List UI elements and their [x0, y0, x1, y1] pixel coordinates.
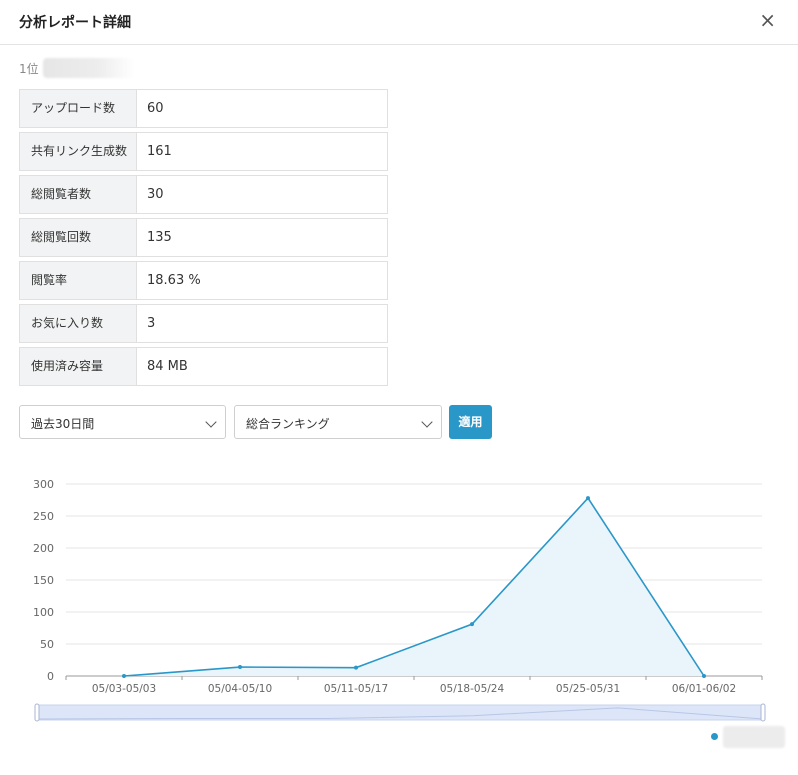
stat-row-favorites: お気に入り数 3 — [19, 304, 388, 343]
dialog-header: 分析レポート詳細 × — [0, 0, 798, 45]
data-point — [470, 622, 474, 627]
close-icon[interactable]: × — [759, 9, 776, 31]
data-point — [122, 674, 126, 678]
x-tick-label: 05/03-05/03 — [92, 683, 156, 695]
apply-button[interactable]: 適用 — [449, 405, 492, 439]
y-tick-label: 250 — [33, 510, 54, 523]
y-tick-label: 50 — [40, 638, 54, 651]
y-tick-label: 300 — [33, 478, 54, 491]
period-select[interactable]: 過去30日間 — [19, 405, 226, 439]
stat-label: 使用済み容量 — [20, 348, 137, 385]
y-tick-label: 150 — [33, 574, 54, 587]
y-tick-label: 100 — [33, 606, 54, 619]
x-tick-label: 05/11-05/17 — [324, 683, 388, 695]
legend-label-blurred[interactable] — [723, 726, 785, 748]
stat-value: 30 — [147, 187, 164, 202]
rank-label: 1位 — [19, 62, 39, 76]
stat-label: 総閲覧回数 — [20, 219, 137, 256]
stat-value: 60 — [147, 101, 164, 116]
stats-table: アップロード数 60 共有リンク生成数 161 総閲覧者数 30 総閲覧回数 1… — [19, 89, 388, 390]
data-point — [238, 665, 242, 670]
y-tick-label: 200 — [33, 542, 54, 555]
stat-label: 閲覧率 — [20, 262, 137, 299]
x-tick-label: 05/04-05/10 — [208, 683, 272, 695]
y-axis-ticks: 0 50 100 150 200 250 300 — [33, 478, 54, 683]
blurred-user-name — [43, 58, 135, 78]
y-tick-label: 0 — [47, 670, 54, 683]
stat-label: 共有リンク生成数 — [20, 133, 137, 170]
data-zoom-slider[interactable] — [34, 703, 766, 722]
zoom-track — [36, 704, 764, 721]
legend-marker — [711, 733, 718, 740]
stat-label: 総閲覧者数 — [20, 176, 137, 213]
data-point — [354, 665, 358, 670]
stat-label: アップロード数 — [20, 90, 137, 127]
period-select-value: 過去30日間 — [31, 417, 95, 431]
stat-value: 18.63 % — [147, 273, 201, 288]
dialog-title: 分析レポート詳細 — [19, 15, 131, 31]
zoom-handle-right — [760, 703, 766, 722]
x-axis-ticks: 05/03-05/03 05/04-05/10 05/11-05/17 05/18-0… — [65, 676, 763, 695]
ranking-select-value: 総合ランキング — [246, 417, 330, 431]
stat-row-view-rate: 閲覧率 18.63 % — [19, 261, 388, 300]
data-point — [702, 674, 706, 678]
chevron-down-icon — [205, 416, 217, 428]
ranking-select[interactable]: 総合ランキング — [234, 405, 442, 439]
views-chart: 0 50 100 150 200 250 300 05/03-05/03 05/04-05/1… — [33, 478, 766, 722]
x-tick-label: 06/01-06/02 — [672, 683, 736, 695]
zoom-handle-left — [34, 703, 40, 722]
stat-value: 84 MB — [147, 359, 188, 374]
x-tick-label: 05/18-05/24 — [440, 683, 505, 695]
stat-row-uploads: アップロード数 60 — [19, 89, 388, 128]
series-area — [124, 498, 704, 676]
stat-label: お気に入り数 — [20, 305, 137, 342]
stat-value: 161 — [147, 144, 172, 159]
chevron-down-icon — [421, 416, 433, 428]
x-tick-label: 05/25-05/31 — [556, 683, 620, 695]
stat-row-share-links: 共有リンク生成数 161 — [19, 132, 388, 171]
stat-row-viewers: 総閲覧者数 30 — [19, 175, 388, 214]
stat-value: 3 — [147, 316, 156, 331]
data-point — [586, 496, 590, 501]
stat-value: 135 — [147, 230, 172, 245]
stat-row-storage: 使用済み容量 84 MB — [19, 347, 388, 386]
stat-row-views: 総閲覧回数 135 — [19, 218, 388, 257]
